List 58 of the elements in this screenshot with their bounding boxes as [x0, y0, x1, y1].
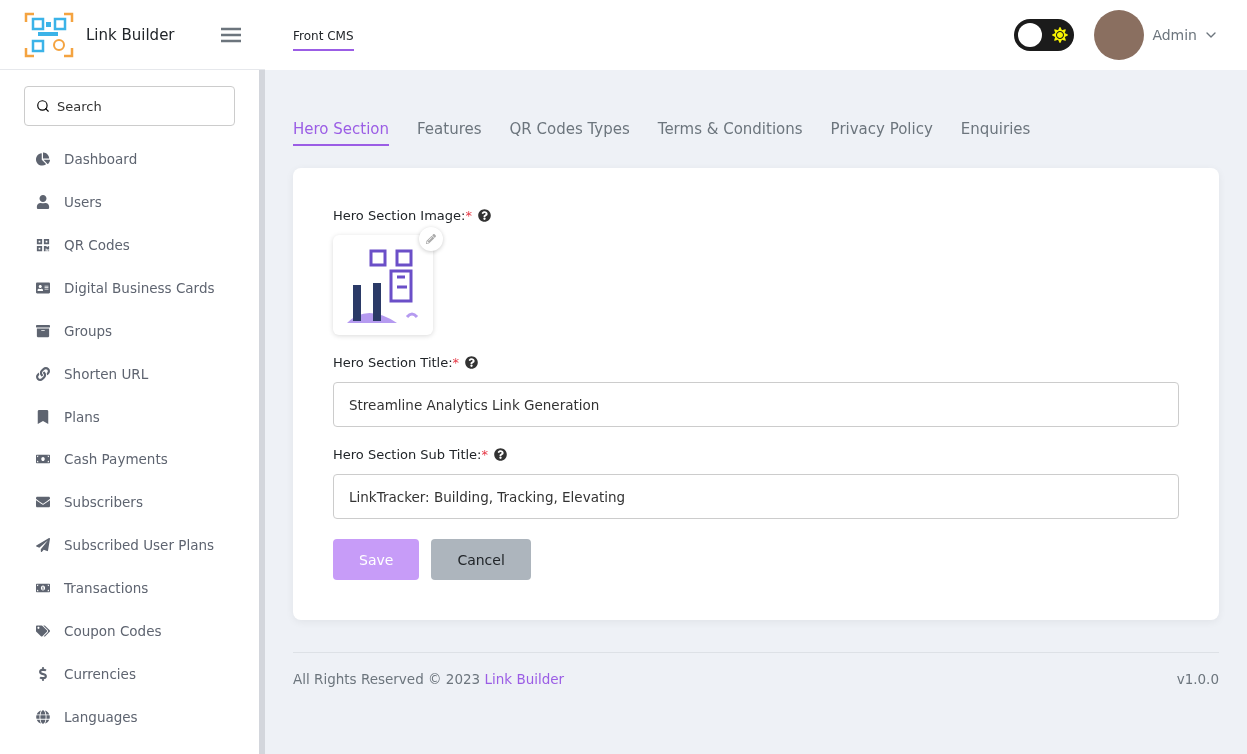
sidebar-item[interactable]: Subscribers: [24, 480, 235, 524]
sidebar-item[interactable]: Coupon Codes: [24, 609, 235, 653]
pencil-icon: [426, 234, 436, 244]
help-icon[interactable]: [465, 356, 479, 369]
tag-icon: [36, 623, 50, 638]
footer-link[interactable]: Link Builder: [484, 671, 565, 687]
link-icon: [36, 366, 50, 381]
field-label: Hero Section Sub Title:: [333, 447, 482, 462]
search-field[interactable]: Search: [24, 86, 235, 126]
bookmark-icon: [36, 409, 50, 424]
sidebar-item[interactable]: Groups: [24, 309, 235, 353]
avatar[interactable]: [1094, 10, 1145, 60]
sidebar-item[interactable]: Transactions: [24, 566, 235, 610]
field-label: Hero Section Image:: [333, 208, 466, 223]
required-mark: *: [465, 208, 472, 223]
qr-code-icon: [36, 238, 50, 253]
archive-icon: [36, 323, 50, 338]
nav-tab[interactable]: Front CMS: [293, 19, 354, 51]
pie-chart-icon: [36, 152, 50, 167]
tab[interactable]: QR Codes Types: [509, 120, 630, 146]
sidebar-item[interactable]: QR Codes: [24, 223, 235, 267]
paper-plane-icon: [36, 538, 50, 553]
sidebar-item[interactable]: Shorten URL: [24, 352, 235, 396]
id-card-icon: [36, 281, 50, 295]
required-mark: *: [452, 355, 460, 370]
sidebar-item[interactable]: Digital Business Cards: [24, 266, 235, 310]
dollar-icon: [36, 666, 50, 681]
text-input[interactable]: Streamline Analytics Link Generation: [333, 382, 1179, 427]
user-icon: [36, 195, 50, 210]
envelope-icon: [36, 495, 50, 510]
menu-icon[interactable]: [221, 26, 241, 43]
sidebar-item[interactable]: Currencies: [24, 652, 235, 696]
globe-icon: [36, 709, 50, 724]
tab[interactable]: Features: [417, 120, 482, 146]
sidebar-item[interactable]: Cash Payments: [24, 438, 235, 481]
theme-toggle[interactable]: [1014, 19, 1075, 51]
banknote-icon: [36, 581, 50, 595]
copyright-text: All Rights Reserved © 2023: [293, 671, 481, 687]
brand-name: Link Builder: [86, 25, 176, 44]
version-text: v1.0.0: [1176, 671, 1219, 687]
tab[interactable]: Privacy Policy: [830, 120, 933, 146]
cancel-button[interactable]: Cancel: [431, 539, 531, 580]
sidebar-item[interactable]: Languages: [24, 695, 235, 739]
sun-icon: [1052, 27, 1069, 43]
sidebar-item[interactable]: Users: [24, 180, 235, 224]
help-icon[interactable]: [493, 448, 507, 461]
required-mark: *: [481, 447, 488, 462]
tab[interactable]: Enquiries: [960, 120, 1031, 146]
sidebar-item[interactable]: Subscribed User Plans: [24, 523, 235, 567]
search-icon: [36, 99, 50, 113]
help-icon[interactable]: [477, 209, 491, 222]
user-name[interactable]: Admin: [1152, 27, 1197, 43]
tab[interactable]: Terms & Conditions: [657, 120, 803, 146]
tab[interactable]: Hero Section: [293, 120, 390, 146]
text-input[interactable]: LinkTracker: Building, Tracking, Elevating: [333, 474, 1179, 519]
sidebar-item[interactable]: Plans: [24, 395, 235, 438]
field-label: Hero Section Title:: [333, 355, 453, 370]
sidebar-item[interactable]: Dashboard: [24, 138, 235, 181]
